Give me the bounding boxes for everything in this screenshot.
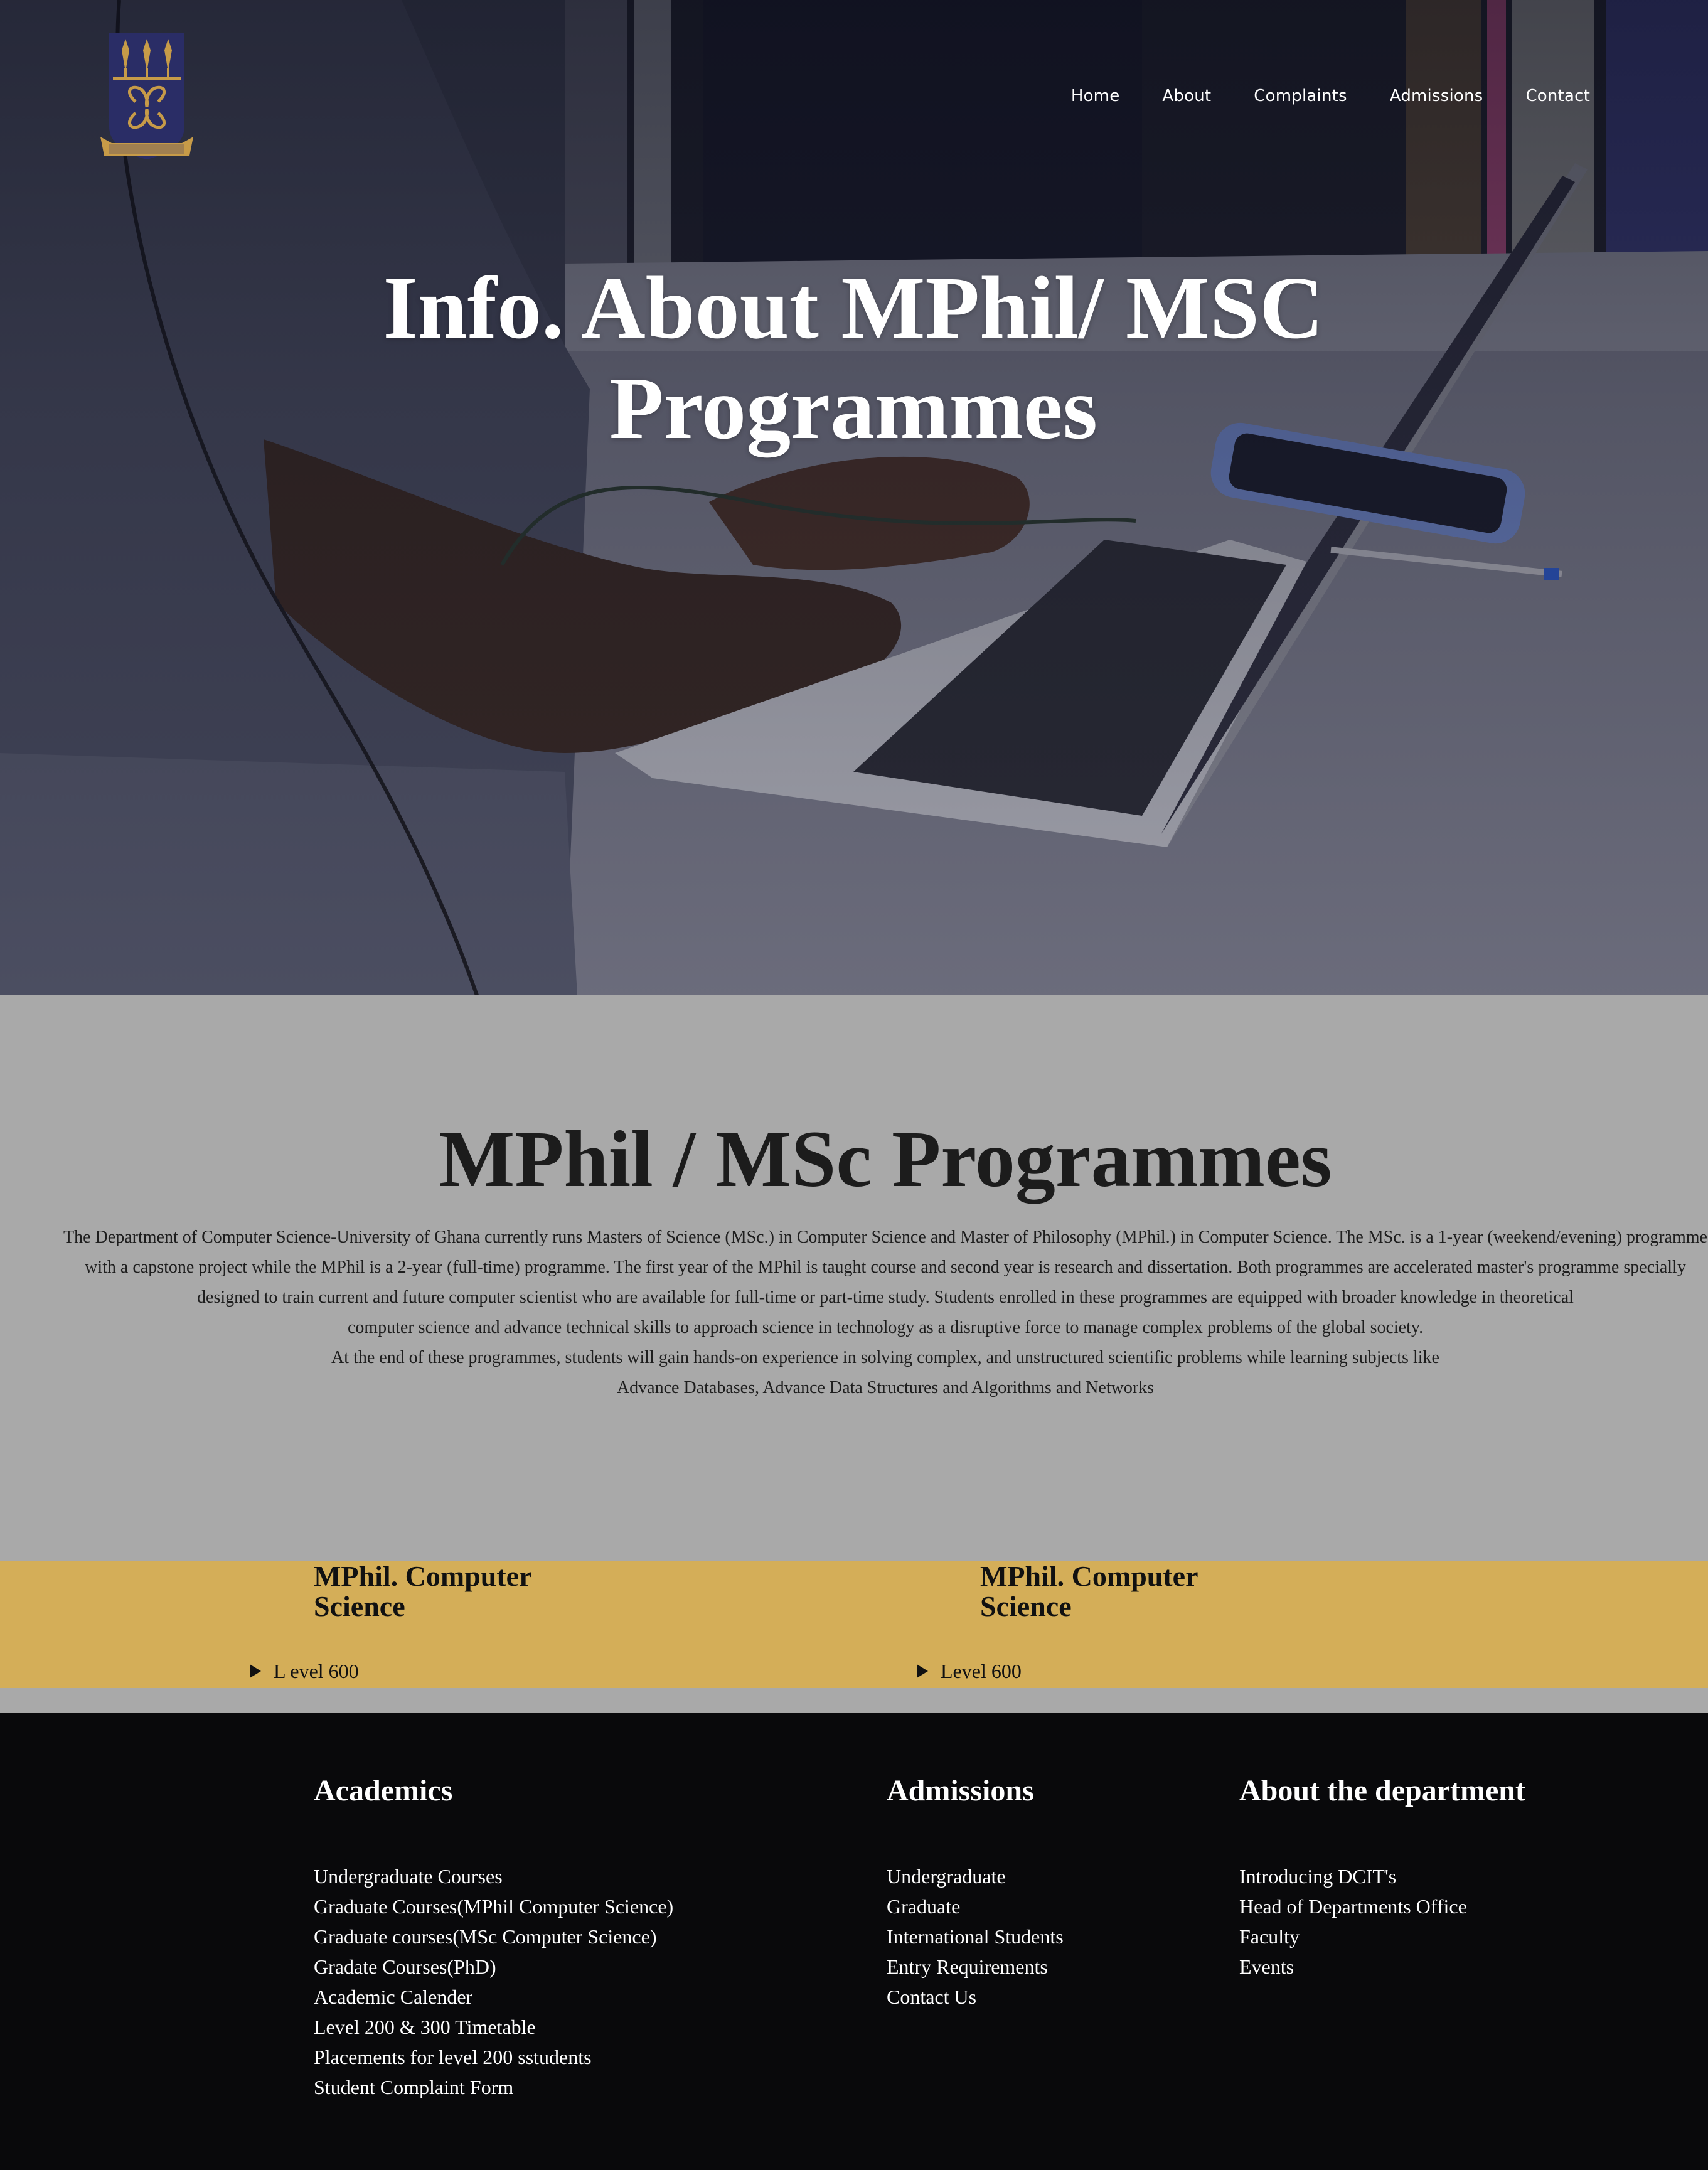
programme-toggle-1[interactable]: L evel 600	[250, 1659, 359, 1684]
main-nav: Home About Complaints Admissions Contact	[1071, 87, 1590, 105]
footer-admissions-heading: Admissions	[887, 1774, 1034, 1807]
footer-link[interactable]: Entry Requirements	[887, 1952, 1064, 1982]
disclosure-triangle-icon	[250, 1664, 261, 1678]
nav-admissions[interactable]: Admissions	[1390, 87, 1483, 105]
footer-about-column: About the department Introducing DCIT's …	[1239, 1773, 1525, 1982]
footer-link[interactable]: Introducing DCIT's	[1239, 1861, 1525, 1891]
programme-title-2: MPhil. Computer Science	[980, 1560, 1198, 1622]
nav-complaints[interactable]: Complaints	[1254, 87, 1347, 105]
nav-home[interactable]: Home	[1071, 87, 1120, 105]
hero-title-line2: Programmes	[609, 358, 1098, 457]
footer-academics-heading: Academics	[314, 1774, 453, 1807]
footer-about-links: Introducing DCIT's Head of Departments O…	[1239, 1861, 1525, 1982]
description-line: At the end of these programmes, students…	[331, 1348, 1439, 1367]
footer-link[interactable]: Gradate Courses(PhD)	[314, 1952, 673, 1982]
university-crest-icon[interactable]	[100, 33, 193, 162]
footer-link[interactable]: Placements for level 200 sstudents	[314, 2042, 673, 2072]
footer-link[interactable]: Academic Calender	[314, 1982, 673, 2012]
footer-link[interactable]: Graduate Courses(MPhil Computer Science)	[314, 1891, 673, 1921]
footer-link[interactable]: Undergraduate	[887, 1861, 1064, 1891]
footer-admissions-column: Admissions Undergraduate Graduate Intern…	[887, 1773, 1064, 2012]
programme-toggle-2[interactable]: Level 600	[917, 1659, 1022, 1684]
footer-link[interactable]: Head of Departments Office	[1239, 1891, 1525, 1921]
hero-title-line1: Info. About MPhil/ MSC	[383, 258, 1324, 357]
footer-link[interactable]: Events	[1239, 1952, 1525, 1982]
footer-link[interactable]: Undergraduate Courses	[314, 1861, 673, 1891]
disclosure-triangle-icon	[917, 1664, 928, 1678]
footer-admissions-links: Undergraduate Graduate International Stu…	[887, 1861, 1064, 2012]
footer-link[interactable]: Contact Us	[887, 1982, 1064, 2012]
description-line: Advance Databases, Advance Data Structur…	[616, 1378, 1155, 1398]
footer-link[interactable]: Faculty	[1239, 1921, 1525, 1952]
footer-link[interactable]: Student Complaint Form	[314, 2072, 673, 2102]
nav-about[interactable]: About	[1162, 87, 1211, 105]
footer-academics-column: Academics Undergraduate Courses Graduate…	[314, 1773, 673, 2102]
footer-link[interactable]: International Students	[887, 1921, 1064, 1952]
description-line: designed to train current and future com…	[197, 1288, 1574, 1307]
hero-section: Home About Complaints Admissions Contact…	[0, 0, 1708, 995]
programmes-description: The Department of Computer Science-Unive…	[56, 1222, 1708, 1403]
footer-link[interactable]: Graduate courses(MSc Computer Science)	[314, 1921, 673, 1952]
hero-title: Info. About MPhil/ MSC Programmes	[289, 257, 1418, 458]
footer-link[interactable]: Graduate	[887, 1891, 1064, 1921]
description-line: computer science and advance technical s…	[347, 1318, 1424, 1337]
footer-academics-links: Undergraduate Courses Graduate Courses(M…	[314, 1861, 673, 2102]
programmes-intro-section: MPhil / MSc Programmes The Department of…	[0, 995, 1708, 1561]
footer-about-heading: About the department	[1239, 1774, 1525, 1807]
programme-title-1: MPhil. Computer Science	[314, 1560, 531, 1622]
hero-overlay	[0, 0, 1708, 995]
programmes-heading: MPhil / MSc Programmes	[439, 1114, 1332, 1204]
programme-level-label: L evel 600	[274, 1660, 359, 1682]
description-line: The Department of Computer Science-Unive…	[63, 1227, 1707, 1247]
nav-contact[interactable]: Contact	[1525, 87, 1590, 105]
footer-link[interactable]: Level 200 & 300 Timetable	[314, 2012, 673, 2042]
programme-level-label: Level 600	[941, 1660, 1022, 1682]
description-line: with a capstone project while the MPhil …	[85, 1258, 1686, 1277]
